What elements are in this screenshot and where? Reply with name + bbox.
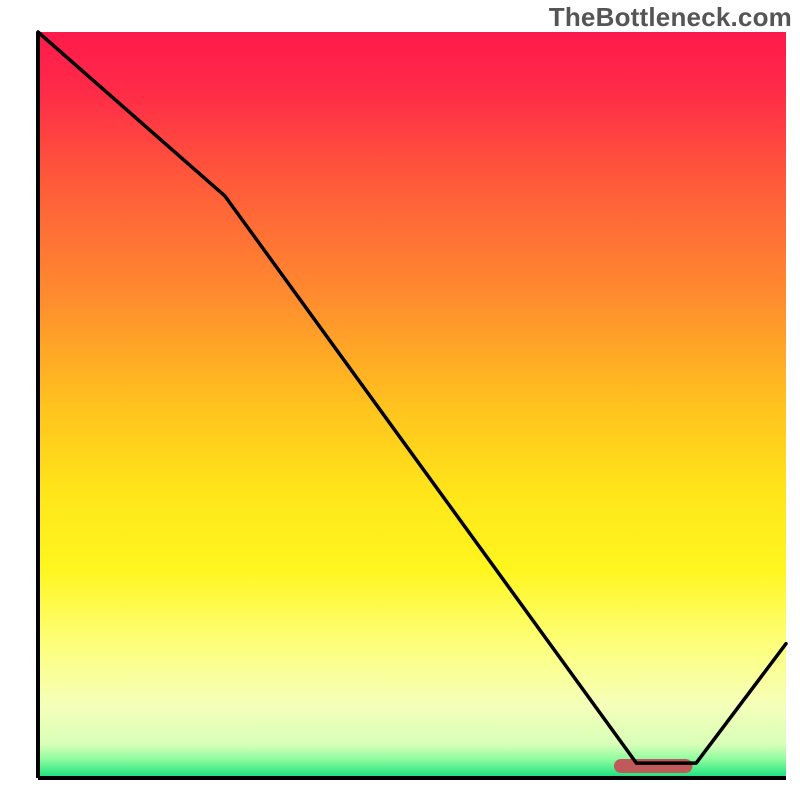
optimal-range-marker bbox=[614, 759, 693, 773]
chart-container: TheBottleneck.com bbox=[0, 0, 800, 800]
gradient-background bbox=[38, 32, 786, 778]
bottleneck-plot bbox=[0, 0, 800, 800]
